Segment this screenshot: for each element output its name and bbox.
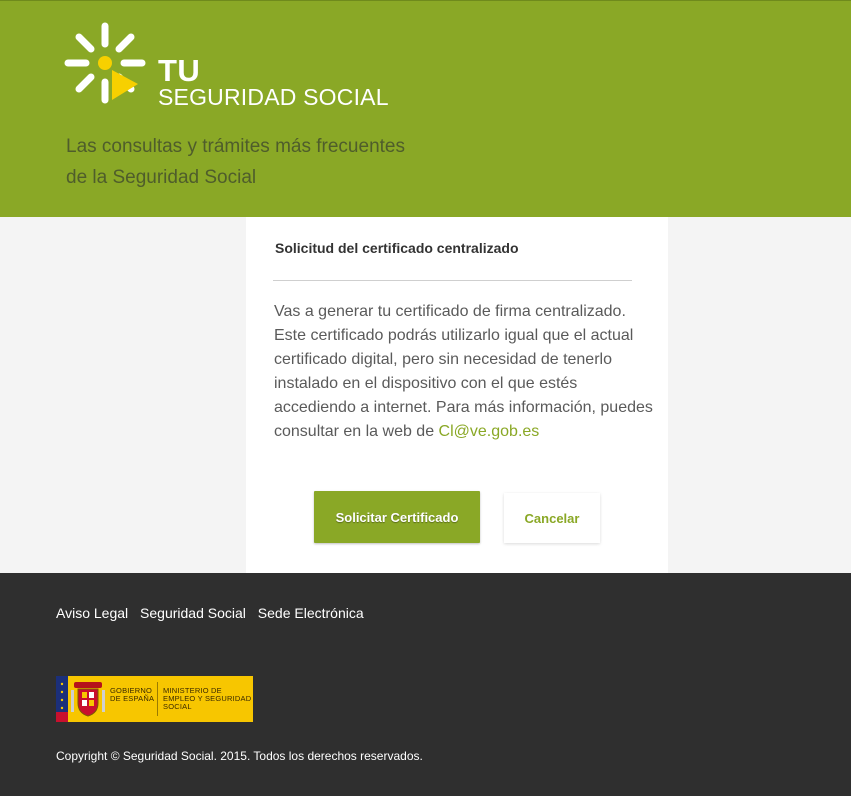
brand-logo[interactable]: TU SEGURIDAD SOCIAL: [60, 18, 389, 113]
card-description: Vas a generar tu certificado de firma ce…: [274, 300, 654, 444]
footer: Aviso Legal Seguridad Social Sede Electr…: [0, 573, 851, 796]
footer-link-sede-electronica[interactable]: Sede Electrónica: [258, 605, 364, 621]
cancel-button[interactable]: Cancelar: [504, 493, 600, 543]
tagline-line-1: Las consultas y trámites más frecuentes: [66, 136, 405, 157]
brand-name-seguridad-social: SEGURIDAD SOCIAL: [158, 84, 389, 110]
footer-link-aviso-legal[interactable]: Aviso Legal: [56, 605, 128, 621]
brand-name-tu: TU: [158, 53, 201, 88]
copyright-text: Copyright © Seguridad Social. 2015. Todo…: [56, 749, 423, 763]
request-certificate-button[interactable]: Solicitar Certificado: [314, 491, 480, 543]
footer-links: Aviso Legal Seguridad Social Sede Electr…: [56, 605, 372, 621]
eu-flag-icon: [56, 676, 68, 722]
coat-of-arms-icon: [71, 682, 105, 717]
header-tagline: Las consultas y trámites más frecuentes …: [66, 131, 486, 193]
card-divider: [273, 280, 632, 281]
gov-logo-label-ministerio: MINISTERIO DE EMPLEO Y SEGURIDAD SOCIAL: [163, 686, 252, 711]
card-title: Solicitud del certificado centralizado: [275, 240, 519, 256]
gov-logo-separator: [157, 682, 158, 716]
tagline-line-2: de la Seguridad Social: [66, 167, 257, 188]
sun-play-logo-icon: [64, 22, 146, 104]
certificate-request-card: Solicitud del certificado centralizado V…: [246, 217, 668, 573]
government-logo[interactable]: GOBIERNO DE ESPAÑA MINISTERIO DE EMPLEO …: [56, 676, 253, 722]
gov-logo-label-gobierno: GOBIERNO DE ESPAÑA: [110, 686, 155, 703]
footer-link-seguridad-social[interactable]: Seguridad Social: [140, 605, 246, 621]
header-banner: TU SEGURIDAD SOCIAL Las consultas y trám…: [0, 0, 851, 217]
clave-link[interactable]: Cl@ve.gob.es: [439, 423, 540, 440]
card-description-text: Vas a generar tu certificado de firma ce…: [274, 303, 653, 440]
